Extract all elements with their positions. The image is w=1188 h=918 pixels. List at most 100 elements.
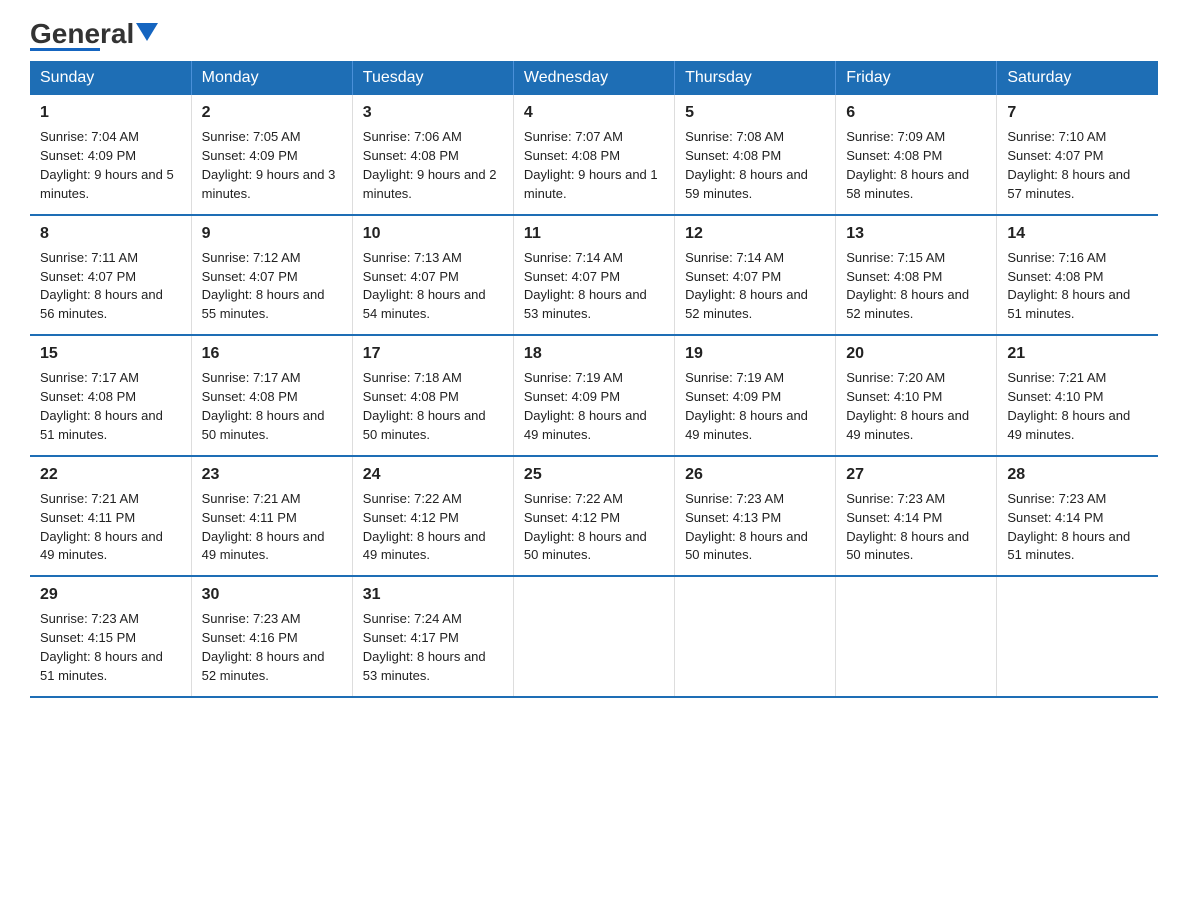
calendar-day-cell: 24 Sunrise: 7:22 AMSunset: 4:12 PMDayligh…: [352, 456, 513, 577]
calendar-day-cell: 8Sunrise: 7:11 AMSunset: 4:07 PMDaylight…: [30, 215, 191, 336]
day-number: 13: [846, 222, 986, 245]
day-number: 7: [1007, 101, 1148, 124]
calendar-body: 1 Sunrise: 7:04 AMSunset: 4:09 PMDaylight…: [30, 95, 1158, 697]
empty-cell: [675, 576, 836, 697]
calendar-day-cell: 2 Sunrise: 7:05 AMSunset: 4:09 PMDaylight…: [191, 95, 352, 215]
day-info: Sunrise: 7:23 AMSunset: 4:13 PMDaylight:…: [685, 491, 808, 563]
calendar-day-cell: 29Sunrise: 7:23 AMSunset: 4:15 PMDayligh…: [30, 576, 191, 697]
calendar-table: SundayMondayTuesdayWednesdayThursdayFrid…: [30, 61, 1158, 698]
day-info: Sunrise: 7:24 AMSunset: 4:17 PMDaylight:…: [363, 611, 486, 683]
calendar-day-cell: 15 Sunrise: 7:17 AMSunset: 4:08 PMDayligh…: [30, 335, 191, 456]
weekday-header-row: SundayMondayTuesdayWednesdayThursdayFrid…: [30, 61, 1158, 95]
day-info: Sunrise: 7:08 AMSunset: 4:08 PMDaylight:…: [685, 129, 808, 201]
calendar-week-row: 15 Sunrise: 7:17 AMSunset: 4:08 PMDayligh…: [30, 335, 1158, 456]
empty-cell: [836, 576, 997, 697]
day-info: Sunrise: 7:16 AMSunset: 4:08 PMDaylight:…: [1007, 250, 1130, 322]
day-info: Sunrise: 7:17 AMSunset: 4:08 PMDaylight:…: [40, 370, 163, 442]
calendar-day-cell: 20 Sunrise: 7:20 AMSunset: 4:10 PMDayligh…: [836, 335, 997, 456]
calendar-header: SundayMondayTuesdayWednesdayThursdayFrid…: [30, 61, 1158, 95]
day-number: 20: [846, 342, 986, 365]
day-number: 27: [846, 463, 986, 486]
empty-cell: [997, 576, 1158, 697]
calendar-day-cell: 30 Sunrise: 7:23 AMSunset: 4:16 PMDayligh…: [191, 576, 352, 697]
day-info: Sunrise: 7:15 AMSunset: 4:08 PMDaylight:…: [846, 250, 969, 322]
calendar-day-cell: 31 Sunrise: 7:24 AMSunset: 4:17 PMDayligh…: [352, 576, 513, 697]
day-info: Sunrise: 7:23 AMSunset: 4:16 PMDaylight:…: [202, 611, 325, 683]
day-number: 18: [524, 342, 664, 365]
calendar-day-cell: 28Sunrise: 7:23 AMSunset: 4:14 PMDayligh…: [997, 456, 1158, 577]
calendar-day-cell: 18 Sunrise: 7:19 AMSunset: 4:09 PMDayligh…: [513, 335, 674, 456]
day-info: Sunrise: 7:18 AMSunset: 4:08 PMDaylight:…: [363, 370, 486, 442]
day-number: 12: [685, 222, 825, 245]
day-number: 2: [202, 101, 342, 124]
day-number: 21: [1007, 342, 1148, 365]
weekday-sunday: Sunday: [30, 61, 191, 95]
logo-triangle-icon: [136, 23, 158, 41]
day-info: Sunrise: 7:13 AMSunset: 4:07 PMDaylight:…: [363, 250, 486, 322]
calendar-day-cell: 12Sunrise: 7:14 AMSunset: 4:07 PMDayligh…: [675, 215, 836, 336]
day-number: 10: [363, 222, 503, 245]
day-info: Sunrise: 7:22 AMSunset: 4:12 PMDaylight:…: [524, 491, 647, 563]
day-number: 1: [40, 101, 181, 124]
day-info: Sunrise: 7:12 AMSunset: 4:07 PMDaylight:…: [202, 250, 325, 322]
weekday-thursday: Thursday: [675, 61, 836, 95]
day-info: Sunrise: 7:20 AMSunset: 4:10 PMDaylight:…: [846, 370, 969, 442]
calendar-day-cell: 1 Sunrise: 7:04 AMSunset: 4:09 PMDaylight…: [30, 95, 191, 215]
day-info: Sunrise: 7:22 AMSunset: 4:12 PMDaylight:…: [363, 491, 486, 563]
logo: General: [30, 20, 158, 51]
calendar-day-cell: 17 Sunrise: 7:18 AMSunset: 4:08 PMDayligh…: [352, 335, 513, 456]
day-info: Sunrise: 7:21 AMSunset: 4:10 PMDaylight:…: [1007, 370, 1130, 442]
weekday-tuesday: Tuesday: [352, 61, 513, 95]
day-number: 8: [40, 222, 181, 245]
page-header: General: [30, 20, 1158, 51]
day-number: 24: [363, 463, 503, 486]
day-info: Sunrise: 7:21 AMSunset: 4:11 PMDaylight:…: [40, 491, 163, 563]
logo-text-general: General: [30, 20, 134, 48]
calendar-day-cell: 19Sunrise: 7:19 AMSunset: 4:09 PMDayligh…: [675, 335, 836, 456]
calendar-week-row: 22 Sunrise: 7:21 AMSunset: 4:11 PMDayligh…: [30, 456, 1158, 577]
day-info: Sunrise: 7:09 AMSunset: 4:08 PMDaylight:…: [846, 129, 969, 201]
day-info: Sunrise: 7:21 AMSunset: 4:11 PMDaylight:…: [202, 491, 325, 563]
day-number: 17: [363, 342, 503, 365]
calendar-day-cell: 6Sunrise: 7:09 AMSunset: 4:08 PMDaylight…: [836, 95, 997, 215]
day-number: 19: [685, 342, 825, 365]
weekday-friday: Friday: [836, 61, 997, 95]
day-number: 5: [685, 101, 825, 124]
day-number: 25: [524, 463, 664, 486]
calendar-day-cell: 4Sunrise: 7:07 AMSunset: 4:08 PMDaylight…: [513, 95, 674, 215]
day-info: Sunrise: 7:06 AMSunset: 4:08 PMDaylight:…: [363, 129, 497, 201]
calendar-day-cell: 16Sunrise: 7:17 AMSunset: 4:08 PMDayligh…: [191, 335, 352, 456]
calendar-day-cell: 7Sunrise: 7:10 AMSunset: 4:07 PMDaylight…: [997, 95, 1158, 215]
day-number: 3: [363, 101, 503, 124]
empty-cell: [513, 576, 674, 697]
calendar-week-row: 8Sunrise: 7:11 AMSunset: 4:07 PMDaylight…: [30, 215, 1158, 336]
day-info: Sunrise: 7:14 AMSunset: 4:07 PMDaylight:…: [524, 250, 647, 322]
day-number: 31: [363, 583, 503, 606]
day-info: Sunrise: 7:05 AMSunset: 4:09 PMDaylight:…: [202, 129, 336, 201]
day-info: Sunrise: 7:23 AMSunset: 4:15 PMDaylight:…: [40, 611, 163, 683]
day-info: Sunrise: 7:17 AMSunset: 4:08 PMDaylight:…: [202, 370, 325, 442]
calendar-day-cell: 13 Sunrise: 7:15 AMSunset: 4:08 PMDayligh…: [836, 215, 997, 336]
calendar-day-cell: 25 Sunrise: 7:22 AMSunset: 4:12 PMDayligh…: [513, 456, 674, 577]
day-number: 23: [202, 463, 342, 486]
calendar-day-cell: 5 Sunrise: 7:08 AMSunset: 4:08 PMDaylight…: [675, 95, 836, 215]
day-info: Sunrise: 7:04 AMSunset: 4:09 PMDaylight:…: [40, 129, 174, 201]
calendar-day-cell: 14Sunrise: 7:16 AMSunset: 4:08 PMDayligh…: [997, 215, 1158, 336]
day-number: 22: [40, 463, 181, 486]
day-number: 28: [1007, 463, 1148, 486]
calendar-day-cell: 26 Sunrise: 7:23 AMSunset: 4:13 PMDayligh…: [675, 456, 836, 577]
calendar-day-cell: 27Sunrise: 7:23 AMSunset: 4:14 PMDayligh…: [836, 456, 997, 577]
day-info: Sunrise: 7:19 AMSunset: 4:09 PMDaylight:…: [524, 370, 647, 442]
calendar-day-cell: 11 Sunrise: 7:14 AMSunset: 4:07 PMDayligh…: [513, 215, 674, 336]
calendar-week-row: 1 Sunrise: 7:04 AMSunset: 4:09 PMDaylight…: [30, 95, 1158, 215]
day-number: 26: [685, 463, 825, 486]
day-info: Sunrise: 7:07 AMSunset: 4:08 PMDaylight:…: [524, 129, 658, 201]
calendar-week-row: 29Sunrise: 7:23 AMSunset: 4:15 PMDayligh…: [30, 576, 1158, 697]
calendar-day-cell: 21 Sunrise: 7:21 AMSunset: 4:10 PMDayligh…: [997, 335, 1158, 456]
weekday-monday: Monday: [191, 61, 352, 95]
weekday-wednesday: Wednesday: [513, 61, 674, 95]
day-number: 15: [40, 342, 181, 365]
calendar-day-cell: 23 Sunrise: 7:21 AMSunset: 4:11 PMDayligh…: [191, 456, 352, 577]
day-number: 30: [202, 583, 342, 606]
day-number: 11: [524, 222, 664, 245]
